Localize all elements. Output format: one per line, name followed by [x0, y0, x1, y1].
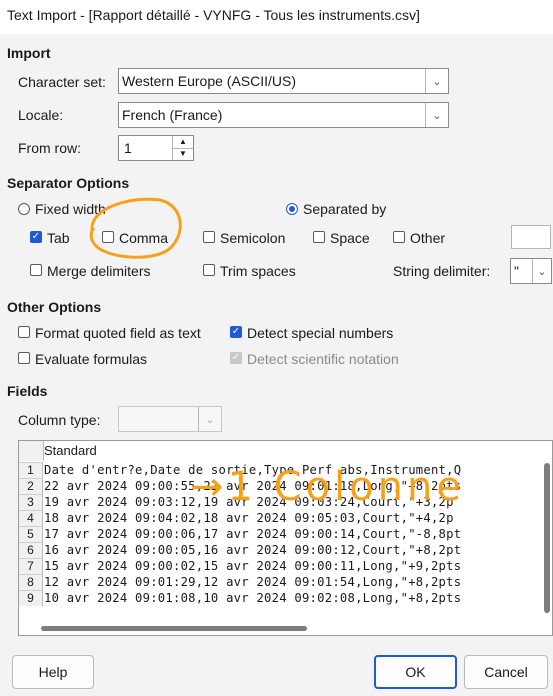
annotation-text: →1 Colonne	[190, 464, 465, 510]
help-button[interactable]: Help	[12, 655, 94, 689]
ok-button-label: OK	[405, 664, 426, 680]
cancel-button-label: Cancel	[484, 664, 528, 680]
annotation-overlay	[89, 197, 182, 259]
cancel-button[interactable]: Cancel	[464, 655, 548, 689]
ok-button[interactable]: OK	[374, 655, 457, 689]
comma-circle-annotation	[89, 197, 182, 259]
help-button-label: Help	[38, 664, 68, 680]
